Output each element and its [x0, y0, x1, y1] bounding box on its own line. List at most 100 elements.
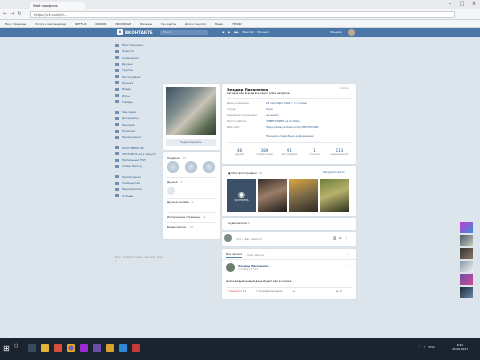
gift-icon[interactable] — [167, 161, 179, 173]
app-icon[interactable] — [132, 344, 140, 352]
tab-all-posts[interactable]: Все записи — [226, 252, 243, 258]
vk-logo[interactable]: В ВКОНТАКТЕ — [117, 29, 153, 35]
info-value[interactable]: ЧИВЕТОНИИТ на YouTube — [266, 120, 300, 123]
divider — [167, 198, 216, 199]
bookmark-item[interactable]: INDONSAM — [115, 22, 131, 26]
side-thumb[interactable] — [460, 261, 473, 272]
stat-counter[interactable]: 91 фотографии — [277, 148, 302, 156]
player-control-icon[interactable]: ▶ — [228, 30, 230, 34]
tray-icon[interactable]: ⌃ — [418, 345, 421, 349]
bookmark-item[interactable]: Мои страницы — [5, 22, 26, 26]
task-view-icon[interactable] — [28, 344, 36, 352]
url-field[interactable]: https://vk.com/id... — [30, 11, 455, 18]
photos-title[interactable]: ▣ Мои фотографии 91 — [228, 171, 262, 175]
bookmark-item[interactable]: TEXNO — [232, 22, 242, 26]
menu-item-label: Новости — [122, 49, 135, 54]
compose-input[interactable]: Что у Вас нового? — [236, 237, 262, 241]
photo-thumb[interactable] — [320, 179, 349, 212]
minimize-icon[interactable]: – — [444, 0, 456, 8]
tray-icon[interactable]: ENG — [428, 345, 434, 349]
edit-profile-button[interactable]: Редактировать — [166, 139, 216, 146]
post-date[interactable]: сегодня в 17:23 — [238, 268, 258, 271]
friend-avatar[interactable] — [167, 187, 175, 195]
profile-photo[interactable] — [166, 87, 216, 135]
music-icon[interactable]: ♪ — [345, 236, 347, 240]
friends-online-title[interactable]: Друзья онлайн 1 — [167, 200, 194, 204]
header-avatar[interactable] — [348, 29, 355, 36]
player-control-icon[interactable]: ◀ — [222, 30, 224, 34]
friends-title[interactable]: Друзья 1 — [167, 180, 182, 184]
search-icon[interactable]: ○ — [14, 343, 22, 353]
explorer-icon[interactable] — [41, 344, 49, 352]
maximize-icon[interactable]: □ — [456, 0, 468, 8]
pages-title[interactable]: Интересные страницы 4 — [167, 215, 205, 219]
vk-search-input[interactable]: Поиск — [160, 30, 208, 35]
gift-icon[interactable] — [203, 161, 215, 173]
gifts-title[interactable]: Подарки 10 — [167, 156, 186, 160]
post-avatar[interactable] — [226, 263, 235, 272]
photo-thumb[interactable] — [289, 179, 318, 212]
more-icon[interactable]: ··· — [348, 264, 351, 268]
info-value[interactable]: не женат — [266, 114, 279, 117]
tray-icon[interactable]: ♪ — [424, 345, 426, 349]
chrome-icon[interactable] — [67, 344, 75, 352]
bookmark-item[interactable]: Гео карты — [161, 22, 176, 26]
stat-counter[interactable]: 48 друзей — [227, 148, 252, 156]
player-track[interactable]: Ваш бог · Процесс — [243, 30, 270, 34]
add-photo-button[interactable]: ◉ ЗАГРУЗИТЬ — [227, 179, 256, 212]
photo-thumb[interactable] — [258, 179, 287, 212]
info-key: Город: — [227, 108, 237, 111]
profile-status[interactable]: Сегодня как всегда все круто и без напря… — [227, 92, 290, 95]
header-user-name[interactable]: Эльдар — [330, 30, 342, 34]
gift-icon[interactable] — [185, 161, 197, 173]
info-value[interactable]: 25 сентября 1994 г. (ч. годов) — [266, 102, 307, 105]
bookmark-item[interactable]: Для и соцсети — [185, 22, 206, 26]
menu-item[interactable]: Отзывы — [115, 193, 163, 199]
camera-icon[interactable]: ◙ — [333, 236, 336, 240]
show-more-link[interactable]: Показать подробную информацию — [266, 135, 314, 138]
share-button[interactable]: ➦ — [293, 290, 295, 293]
stat-counter[interactable]: 389 подписчиков — [252, 148, 277, 156]
windows-start-icon[interactable]: ⊞ — [3, 344, 10, 353]
app-icon[interactable] — [80, 344, 88, 352]
bookmark-item[interactable]: Ваши — [215, 22, 223, 26]
stat-counter[interactable]: 1 отметка — [302, 148, 327, 156]
compose-avatar — [224, 234, 232, 242]
back-icon[interactable]: ← — [3, 11, 7, 17]
close-icon[interactable]: × — [468, 0, 480, 8]
menu-item-label: Товары — [122, 99, 133, 104]
audio-title[interactable]: Аудиозаписи 0 — [228, 221, 250, 225]
info-value[interactable]: https://www.youtube.com/c/EBCTECHNO — [266, 126, 319, 129]
bookmark-item[interactable]: Почта и мессенджер — [35, 22, 66, 26]
clock[interactable]: 8:41 25.09.2017 — [452, 343, 468, 351]
search-icon[interactable]: ⌕ — [347, 252, 349, 256]
menu-footer[interactable]: Блог · Разработчикам · Реклама · Ещё ▾ — [115, 256, 163, 264]
comment-button[interactable]: ☐ Комментировать — [256, 290, 282, 293]
app-icon[interactable] — [106, 344, 114, 352]
bookmark-item[interactable]: KRIRON — [96, 22, 107, 26]
side-thumb[interactable] — [460, 287, 473, 298]
info-value[interactable]: Пуля — [266, 108, 273, 111]
videos-title[interactable]: Видеозаписи 13 — [167, 225, 193, 229]
side-thumb[interactable] — [460, 274, 473, 285]
app-icon[interactable] — [54, 344, 62, 352]
like-button[interactable]: ♡ Нравится 12 — [226, 290, 246, 293]
compose-attachments: ◙ ▶ ♪ — [330, 236, 347, 240]
menu-item-icon — [115, 75, 119, 79]
side-thumb[interactable] — [460, 222, 473, 233]
menu-item-label: Документы — [122, 116, 139, 121]
forward-icon[interactable]: → — [10, 11, 14, 17]
player-control-icon[interactable]: ▶▶ — [234, 30, 238, 34]
left-menu: Моя Страница Новости Сообщения Друзья Группы… — [115, 42, 163, 199]
bookmark-item[interactable]: Фильмы — [140, 22, 152, 26]
app-icon[interactable] — [119, 344, 127, 352]
app-icon[interactable] — [93, 344, 101, 352]
video-icon[interactable]: ▶ — [339, 236, 342, 240]
stat-counter[interactable]: 113 видеозаписей — [327, 148, 352, 156]
upload-photo-link[interactable]: Загрузить фото — [323, 171, 345, 174]
side-thumb[interactable] — [460, 248, 473, 259]
side-thumb[interactable] — [460, 235, 473, 246]
bookmark-item[interactable]: NETFLIX — [75, 22, 86, 26]
reload-icon[interactable]: ↻ — [17, 11, 21, 17]
tab-my-posts[interactable]: Мои записи — [247, 253, 264, 257]
